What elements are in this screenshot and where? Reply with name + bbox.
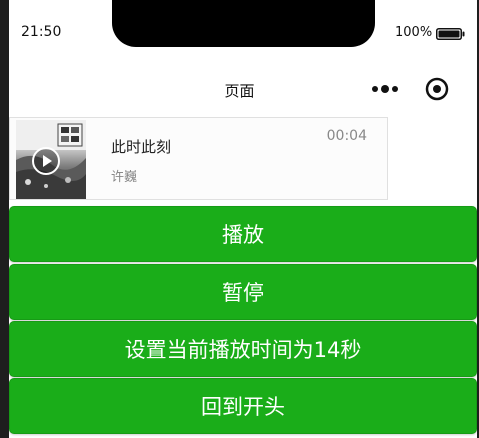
status-time: 21:50	[21, 24, 62, 40]
audio-name: 此时此刻	[111, 138, 172, 156]
phone-screen: 21:50 100% 页面 此时此刻 许巍 00:04 播放 暂停 设置当前播放…	[0, 0, 479, 438]
play-icon[interactable]	[31, 146, 61, 176]
status-bar: 21:50 100%	[0, 0, 479, 64]
restart-button[interactable]: 回到开头	[9, 378, 477, 434]
left-edge	[0, 0, 9, 438]
battery-icon	[436, 28, 465, 40]
audio-author: 许巍	[111, 170, 138, 185]
seek-14s-button[interactable]: 设置当前播放时间为14秒	[9, 321, 477, 377]
battery-fill	[438, 30, 460, 38]
record-icon[interactable]	[425, 77, 449, 101]
audio-player: 此时此刻 许巍 00:04	[9, 117, 388, 200]
battery-percent: 100%	[395, 25, 433, 40]
play-button[interactable]: 播放	[9, 206, 477, 262]
more-icon[interactable]	[370, 80, 400, 98]
nav-bar: 页面	[0, 64, 479, 114]
notch	[112, 0, 375, 47]
audio-time: 00:04	[326, 128, 367, 144]
pause-button[interactable]: 暂停	[9, 264, 477, 320]
page-title: 页面	[224, 82, 255, 100]
